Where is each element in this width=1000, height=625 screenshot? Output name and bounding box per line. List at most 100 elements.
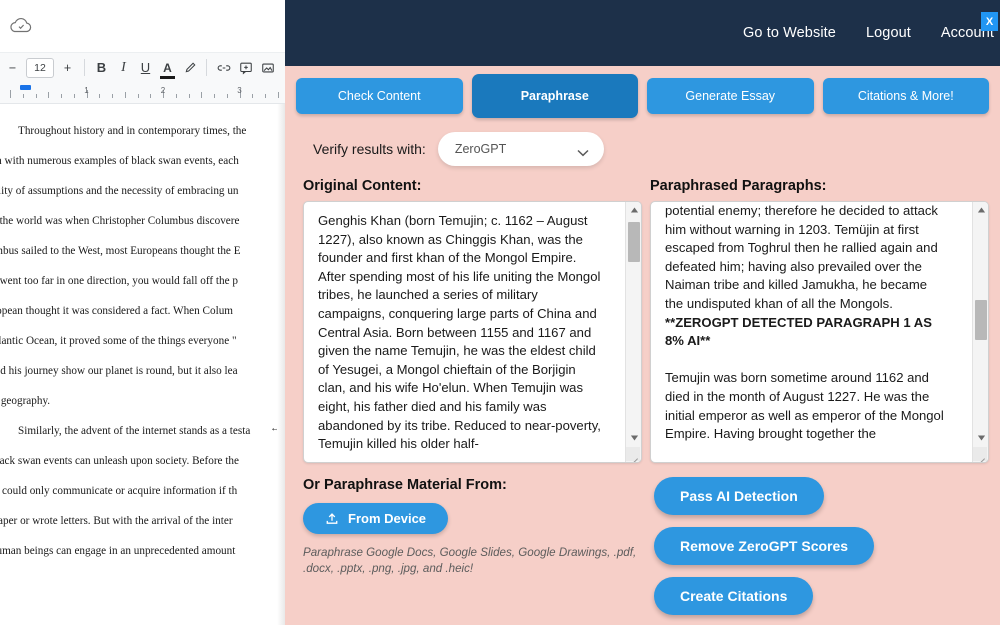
document-line: wspaper or wrote letters. But with the a… — [0, 515, 233, 527]
document-line: you went too far in one direction, you w… — [0, 275, 238, 287]
indent-marker[interactable] — [20, 85, 31, 90]
scroll-up-arrow-icon-2[interactable] — [973, 202, 988, 218]
ruler-tick — [61, 94, 62, 98]
ruler-number: 3 — [237, 86, 242, 95]
original-resize-handle[interactable] — [626, 447, 640, 462]
nav-logout[interactable]: Logout — [866, 25, 911, 41]
document-line: olumbus sailed to the West, most Europea… — [0, 245, 241, 257]
document-editor-panel: − 12 + B I U A 1 2 3 Throughout history … — [0, 0, 285, 625]
toolbar-divider-2 — [206, 59, 207, 76]
underline-button[interactable]: U — [137, 57, 154, 79]
original-scrollbar[interactable] — [625, 202, 641, 462]
from-device-label: From Device — [348, 511, 427, 526]
zerogpt-detection-note: **ZEROGPT DETECTED PARAGRAPH 1 AS 8% AI*… — [665, 314, 932, 349]
verify-service-value: ZeroGPT — [454, 142, 507, 156]
upload-section-title: Or Paraphrase Material From: — [303, 477, 507, 493]
paraphrased-paragraph-1: potential enemy; therefore he decided to… — [665, 203, 938, 311]
from-device-button[interactable]: From Device — [303, 503, 449, 534]
document-line: Throughout history and in contemporary t… — [18, 125, 247, 137]
paraphrased-content-textarea[interactable]: potential enemy; therefore he decided to… — [650, 201, 989, 463]
scroll-down-arrow-icon[interactable] — [626, 430, 641, 446]
original-content-pane: Original Content: Genghis Khan (born Tem… — [303, 178, 642, 463]
original-content-text: Genghis Khan (born Temujin; c. 1162 – Au… — [318, 213, 601, 452]
ruler-tick — [137, 94, 139, 98]
scroll-down-arrow-icon-2[interactable] — [973, 430, 988, 446]
bold-button[interactable]: B — [93, 57, 110, 79]
tab-bar: Check Content Paraphrase Generate Essay … — [285, 66, 1000, 118]
close-icon[interactable]: X — [981, 12, 998, 31]
decrease-font-size-button[interactable]: − — [4, 57, 21, 79]
scroll-up-arrow-icon[interactable] — [626, 202, 641, 218]
original-scroll-thumb[interactable] — [628, 222, 640, 262]
remove-zerogpt-scores-button[interactable]: Remove ZeroGPT Scores — [654, 527, 875, 565]
ruler-tick — [10, 90, 11, 98]
pass-ai-detection-button[interactable]: Pass AI Detection — [654, 477, 824, 515]
paraphrased-content-pane: Paraphrased Paragraphs: potential enemy;… — [650, 178, 989, 463]
ruler-tick — [35, 94, 37, 98]
paraphrased-scrollbar[interactable] — [972, 202, 988, 462]
create-citations-button[interactable]: Create Citations — [654, 577, 814, 615]
ruler-tick — [73, 94, 75, 98]
chevron-down-icon — [577, 146, 589, 156]
ruler-tick — [150, 94, 152, 98]
document-page[interactable]: Throughout history and in contemporary t… — [0, 104, 285, 625]
paraphrased-scroll-thumb[interactable] — [975, 300, 987, 340]
tab-generate-essay[interactable]: Generate Essay — [647, 78, 814, 114]
ruler-tick — [99, 94, 101, 98]
font-size-input[interactable]: 12 — [26, 57, 54, 78]
document-line: w human beings can engage in an unpreced… — [0, 545, 236, 557]
document-text: Throughout history and in contemporary t… — [0, 116, 285, 566]
document-line: European thought it was considered a fac… — [0, 305, 233, 317]
screen-root: − 12 + B I U A 1 2 3 Throughout history … — [0, 0, 1000, 625]
action-buttons-column: Pass AI Detection Remove ZeroGPT Scores … — [646, 477, 989, 625]
bottom-actions-row: Or Paraphrase Material From: From Device… — [285, 463, 1000, 625]
document-line: ly did his journey show our planet is ro… — [0, 365, 238, 377]
ruler-tick — [214, 94, 215, 98]
document-line: llibility of assumptions and the necessi… — [0, 185, 239, 197]
document-line: ople could only communicate or acquire i… — [0, 485, 238, 497]
document-line: orld geography. — [0, 395, 51, 407]
ruler-tick — [226, 94, 228, 98]
ruler-number: 2 — [160, 86, 166, 95]
link-icon[interactable] — [215, 57, 232, 79]
add-comment-icon[interactable] — [237, 57, 254, 79]
pen-highlight-icon[interactable] — [181, 57, 198, 79]
content-panes: Original Content: Genghis Khan (born Tem… — [285, 166, 1000, 463]
increase-font-size-button[interactable]: + — [59, 57, 76, 79]
verify-results-row: Verify results with: ZeroGPT — [285, 118, 1000, 166]
ruler-tick — [277, 92, 279, 98]
ruler-tick — [22, 94, 24, 98]
tab-citations-and-more[interactable]: Citations & More! — [822, 78, 989, 114]
doc-formatting-toolbar: − 12 + B I U A — [0, 52, 285, 82]
toolbar-divider — [84, 59, 85, 76]
italic-button[interactable]: I — [115, 57, 132, 79]
tab-check-content[interactable]: Check Content — [296, 78, 463, 114]
ruler-tick — [112, 94, 113, 98]
original-content-textarea[interactable]: Genghis Khan (born Temujin; c. 1162 – Au… — [303, 201, 642, 463]
ruler-tick — [265, 94, 266, 98]
verify-service-select[interactable]: ZeroGPT — [437, 132, 604, 166]
doc-ruler[interactable]: 1 2 3 — [0, 82, 285, 104]
ruler-tick — [252, 94, 254, 98]
upload-icon — [325, 512, 339, 526]
paraphrased-resize-handle[interactable] — [973, 447, 987, 462]
app-header: Go to Website Logout Account X — [285, 0, 1000, 66]
paraphrased-paragraph-2: Temujin was born sometime around 1162 an… — [665, 370, 944, 442]
insert-image-icon[interactable] — [259, 57, 276, 79]
ruler-number: 1 — [84, 86, 89, 95]
original-content-title: Original Content: — [303, 178, 422, 194]
doc-topbar — [0, 0, 285, 52]
document-line: e Atlantic Ocean, it proved some of the … — [0, 335, 237, 347]
verify-results-label: Verify results with: — [313, 141, 426, 157]
upload-formats-note: Paraphrase Google Docs, Google Slides, G… — [303, 546, 637, 575]
upload-section: Or Paraphrase Material From: From Device… — [303, 477, 638, 625]
paraphrased-content-text: potential enemy; therefore he decided to… — [651, 202, 973, 454]
ruler-tick — [201, 92, 203, 98]
tab-paraphrase[interactable]: Paraphrase — [471, 74, 638, 118]
ruler-tick — [124, 92, 126, 98]
nav-go-to-website[interactable]: Go to Website — [743, 25, 836, 41]
text-color-button[interactable]: A — [159, 57, 176, 79]
document-line: ook the world was when Christopher Colum… — [0, 215, 240, 227]
cloud-saved-icon[interactable] — [8, 16, 34, 36]
